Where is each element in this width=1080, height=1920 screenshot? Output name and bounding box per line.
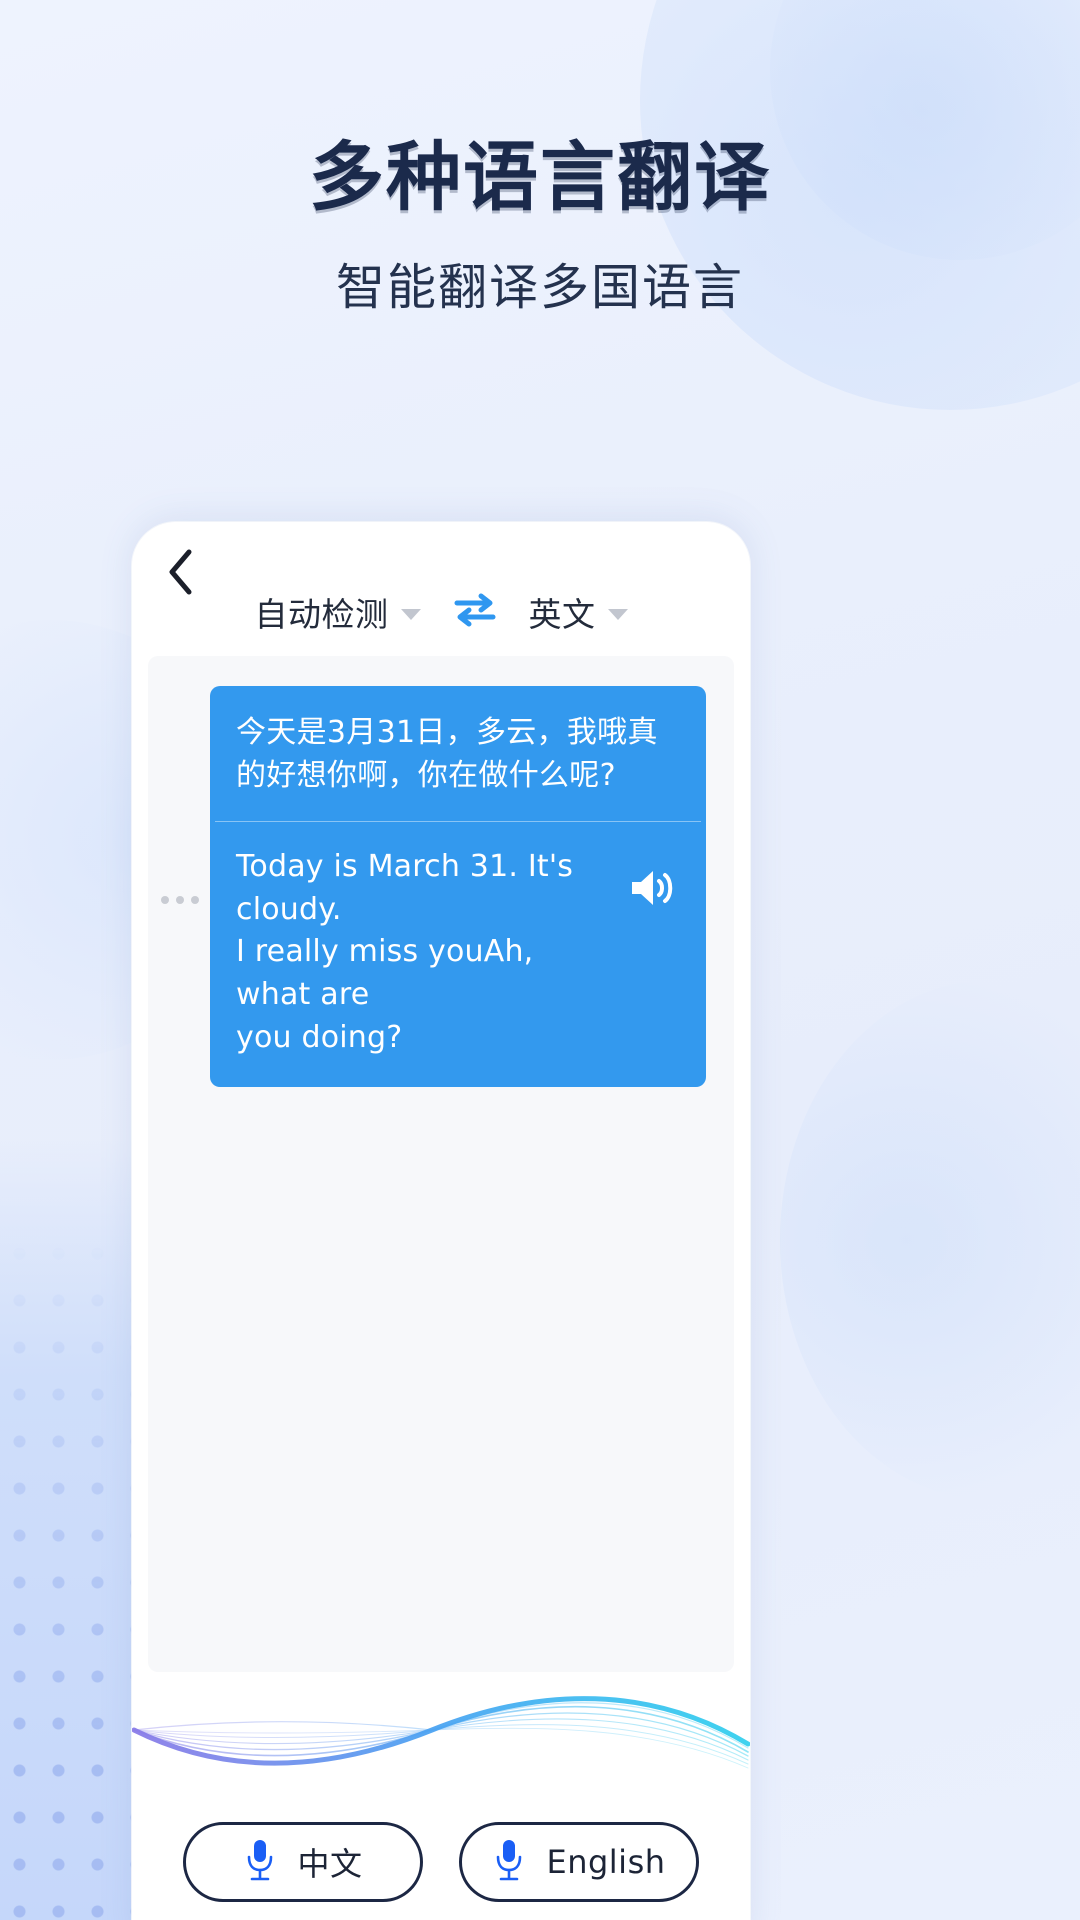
chevron-down-icon <box>607 608 628 620</box>
phone-mockup: 自动检测 英文 今天是3月31日，多云，我哦真的好想你啊，你在做什么呢? Tod… <box>132 522 750 1920</box>
swap-languages-button[interactable] <box>453 591 497 634</box>
target-language-label: 英文 <box>528 595 596 634</box>
page-title: 多种语言翻译 <box>308 133 771 221</box>
mic-button-label: 中文 <box>297 1845 363 1883</box>
source-language-label: 自动检测 <box>254 595 389 634</box>
dot <box>161 896 169 904</box>
mic-button-row: 中文 English <box>132 1822 750 1920</box>
dot <box>176 896 184 904</box>
headline-block: 多种语言翻译 智能翻译多国语言 <box>0 133 1080 316</box>
chevron-down-icon <box>400 608 421 620</box>
translated-text: Today is March 31. It's cloudy. I really… <box>236 849 574 1055</box>
translation-bubble[interactable]: 今天是3月31日，多云，我哦真的好想你啊，你在做什么呢? Today is Ma… <box>210 686 706 1088</box>
conversation-panel: 今天是3月31日，多云，我哦真的好想你啊，你在做什么呢? Today is Ma… <box>148 656 734 1672</box>
mic-button-english[interactable]: English <box>459 1822 699 1902</box>
play-audio-button[interactable] <box>626 846 680 925</box>
microphone-icon <box>243 1837 277 1888</box>
ellipsis-icon[interactable] <box>161 896 199 904</box>
app-header: 自动检测 英文 <box>132 522 750 646</box>
language-selector-bar: 自动检测 英文 <box>132 584 750 640</box>
audio-waveform <box>132 1672 750 1822</box>
speaker-volume-icon <box>626 871 678 920</box>
target-language-select[interactable]: 英文 <box>523 584 634 640</box>
mic-button-chinese[interactable]: 中文 <box>183 1822 423 1902</box>
page-subtitle: 智能翻译多国语言 <box>335 258 744 316</box>
source-text: 今天是3月31日，多云，我哦真的好想你啊，你在做什么呢? <box>236 715 658 793</box>
decor-glow-right <box>780 980 1080 1500</box>
source-language-select[interactable]: 自动检测 <box>249 584 427 640</box>
translated-row: Today is March 31. It's cloudy. I really… <box>210 822 706 1087</box>
app-screen: 自动检测 英文 今天是3月31日，多云，我哦真的好想你啊，你在做什么呢? Tod… <box>132 522 750 1920</box>
microphone-icon <box>492 1837 526 1888</box>
mic-button-label: English <box>546 1843 666 1881</box>
dot <box>191 896 199 904</box>
swap-horizontal-icon <box>453 591 497 634</box>
